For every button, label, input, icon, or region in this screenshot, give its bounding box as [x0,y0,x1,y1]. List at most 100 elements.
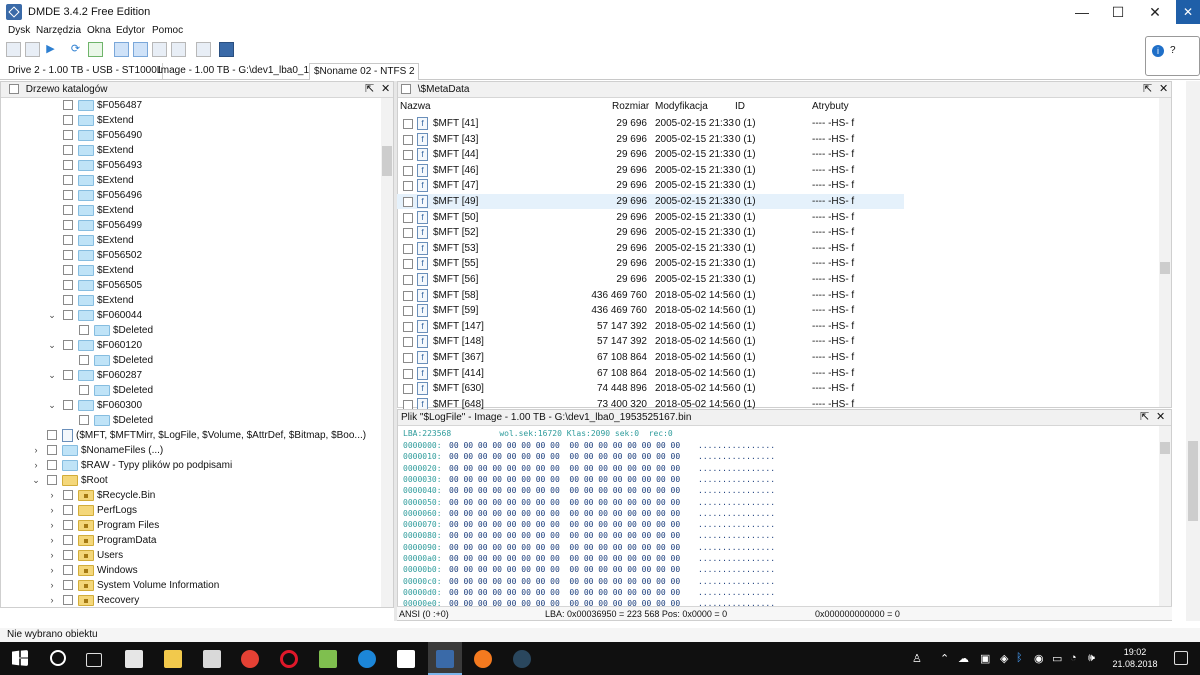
tree-item-checkbox[interactable] [63,340,73,351]
tab-noname[interactable]: $Noname 02 - NTFS 2 [309,63,419,80]
tree-item[interactable]: $Extend [47,173,134,188]
tree-item-checkbox[interactable] [63,565,73,576]
minimize-button[interactable]: — [1064,0,1100,24]
tree-item-checkbox[interactable] [63,160,73,171]
expand-arrow-icon[interactable]: › [47,518,57,533]
list-item[interactable]: f $MFT [55] 29 696 2005-02-15 21:33 0 (1) ---… [397,256,904,271]
list-item-checkbox[interactable] [403,197,413,207]
tree-item[interactable]: $F056499 [47,218,142,233]
list-item[interactable]: f $MFT [53] 29 696 2005-02-15 21:33 0 (1) ---… [397,241,904,256]
list-item[interactable]: f $MFT [41] 29 696 2005-02-15 21:33 0 (1) ---… [397,116,904,131]
firefox-icon[interactable] [474,650,492,668]
tree-item[interactable]: › Users [47,548,123,563]
hex-ascii[interactable]: ................ [698,530,775,541]
col-size[interactable]: Rozmiar [612,101,649,112]
tree-scroll-thumb[interactable] [382,146,392,176]
collapse-arrow-icon[interactable]: ⌄ [47,398,57,413]
tab-image[interactable]: Image - 1.00 TB - G:\dev1_lba0_19... [154,63,318,79]
app-manager-icon[interactable] [319,650,337,668]
task-view-icon[interactable] [86,653,102,667]
col-name[interactable]: Nazwa [400,101,431,112]
list-item[interactable]: f $MFT [148] 57 147 392 2018-05-02 14:56 0 (… [397,334,904,349]
list-item[interactable]: f $MFT [147] 57 147 392 2018-05-02 14:56 0 (… [397,319,904,334]
tree-item-checkbox[interactable] [47,475,57,486]
hex-bytes[interactable]: 00 00 00 00 00 00 00 00 00 00 00 00 00 0… [449,564,680,575]
tree-item-checkbox[interactable] [63,130,73,141]
tree-item[interactable]: ⌄ $Root [31,473,108,488]
tree-item-checkbox[interactable] [63,280,73,291]
app-logo-icon[interactable] [219,42,234,57]
list-item-checkbox[interactable] [403,290,413,301]
tree-item[interactable]: $F056505 [47,278,142,293]
tree-item-checkbox[interactable] [63,100,73,111]
list-item[interactable]: f $MFT [59] 436 469 760 2018-05-02 14:56 0 (… [397,303,904,318]
tree-item[interactable]: › $NonameFiles (...) [31,443,163,458]
hex-ascii[interactable]: ................ [698,553,775,564]
search-taskbar-icon[interactable] [50,650,66,666]
tree-item-checkbox[interactable] [63,535,73,546]
list-item[interactable]: f $MFT [414] 67 108 864 2018-05-02 14:56 0 (… [397,366,904,381]
tree-item[interactable]: $Deleted [63,383,153,398]
list-scrollbar[interactable] [1159,98,1171,407]
hex-ascii[interactable]: ................ [698,485,775,496]
partition-icon[interactable] [25,42,40,57]
tree-item[interactable]: › Windows [47,563,138,578]
list-item-checkbox[interactable] [403,150,413,161]
maximize-list-icon[interactable]: ⇱ [1143,82,1152,97]
tree-item[interactable]: $Deleted [63,413,153,428]
network-icon[interactable]: ▭ [1052,652,1062,665]
tray-expand-icon[interactable]: ⌃ [940,652,949,665]
list-item[interactable]: f $MFT [47] 29 696 2005-02-15 21:33 0 (1) ---… [397,178,904,193]
notifications-icon[interactable] [1174,651,1188,665]
tree-item-checkbox[interactable] [79,355,89,366]
tree-item[interactable]: $Extend [47,203,134,218]
hex-bytes[interactable]: 00 00 00 00 00 00 00 00 00 00 00 00 00 0… [449,497,680,508]
tree-item-checkbox[interactable] [63,520,73,531]
steam-tray-icon[interactable]: ◉ [1034,652,1044,665]
expand-arrow-icon[interactable]: › [47,563,57,578]
list-item-checkbox[interactable] [403,306,413,317]
tree-item-checkbox[interactable] [63,175,73,186]
list-item-checkbox[interactable] [403,259,413,270]
tree-item-checkbox[interactable] [79,385,89,396]
hex-ascii[interactable]: ................ [698,451,775,462]
tree-item[interactable]: $Extend [47,143,134,158]
collapse-arrow-icon[interactable]: ⌄ [31,473,41,488]
col-id[interactable]: ID [735,101,745,112]
tree-item-checkbox[interactable] [63,205,73,216]
view-tree-icon[interactable] [152,42,167,57]
expand-arrow-icon[interactable]: › [47,533,57,548]
hex-bytes[interactable]: 00 00 00 00 00 00 00 00 00 00 00 00 00 0… [449,474,680,485]
expand-arrow-icon[interactable]: › [47,488,57,503]
hex-ascii[interactable]: ................ [698,587,775,598]
tree-item-checkbox[interactable] [63,490,73,501]
hex-bytes[interactable]: 00 00 00 00 00 00 00 00 00 00 00 00 00 0… [449,451,680,462]
tree-item-checkbox[interactable] [63,295,73,306]
hex-scroll-thumb[interactable] [1160,442,1170,454]
hex-ascii[interactable]: ................ [698,576,775,587]
maximize-panel-icon[interactable]: ⇱ [365,82,374,97]
cloud-icon[interactable]: ☁ [958,652,969,665]
expand-arrow-icon[interactable]: › [47,593,57,607]
tree-item[interactable]: $Extend [47,233,134,248]
tree-item-checkbox[interactable] [63,265,73,276]
expand-arrow-icon[interactable]: › [47,503,57,518]
tree-item[interactable]: $F056490 [47,128,142,143]
tree-item-checkbox[interactable] [63,235,73,246]
play-icon[interactable]: ▶ [43,42,58,57]
list-item[interactable]: f $MFT [44] 29 696 2005-02-15 21:33 0 (1) ---… [397,147,904,162]
wifi-icon[interactable]: ◔ [1070,652,1077,664]
list-item[interactable]: f $MFT [43] 29 696 2005-02-15 21:33 0 (1) ---… [397,132,904,147]
list-scroll-thumb[interactable] [1160,262,1170,274]
tree-item[interactable]: ⌄ $F060044 [47,308,142,323]
tree-scrollbar[interactable] [381,98,393,607]
tree-item-checkbox[interactable] [63,580,73,591]
hex-bytes[interactable]: 00 00 00 00 00 00 00 00 00 00 00 00 00 0… [449,440,680,451]
window-scroll-thumb[interactable] [1188,441,1198,521]
list-item-checkbox[interactable] [403,228,413,239]
collapse-arrow-icon[interactable]: ⌄ [47,338,57,353]
tree-item[interactable]: ⌄ $F060120 [47,338,142,353]
copy-icon[interactable] [196,42,211,57]
list-item[interactable]: f $MFT [46] 29 696 2005-02-15 21:33 0 (1) ---… [397,163,904,178]
hex-scrollbar[interactable] [1159,426,1171,606]
